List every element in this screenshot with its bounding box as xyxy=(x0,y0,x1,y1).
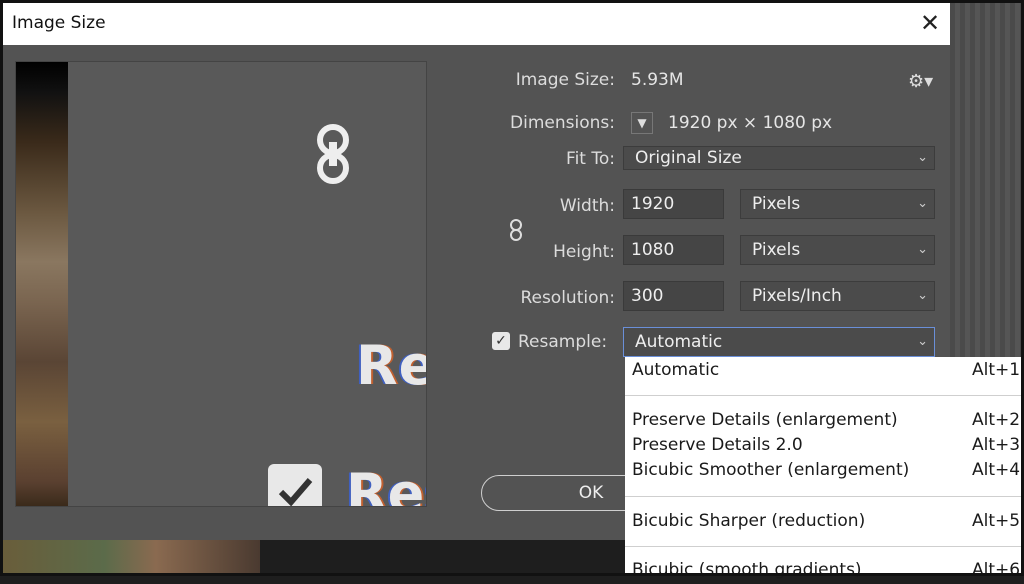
resolution-unit-value: Pixels/Inch xyxy=(752,286,842,306)
width-input[interactable]: 1920 xyxy=(623,189,724,219)
dimensions-label: Dimensions: xyxy=(510,113,615,133)
menu-item-preserve-details-2[interactable]: Preserve Details 2.0 Alt+3 xyxy=(632,435,1020,459)
height-unit-select[interactable]: Pixels ⌄ xyxy=(740,235,935,265)
image-preview[interactable]: Res Res xyxy=(15,61,427,507)
menu-item-shortcut: Alt+6 xyxy=(972,560,1021,580)
resolution-label: Resolution: xyxy=(520,288,615,308)
fit-to-select[interactable]: Original Size ⌄ xyxy=(623,146,935,170)
gear-icon[interactable]: ⚙▾ xyxy=(908,71,933,92)
chevron-down-icon: ⌄ xyxy=(917,242,928,257)
image-size-value: 5.93M xyxy=(631,70,684,90)
menu-divider xyxy=(625,395,1024,396)
menu-item-label: Bicubic Smoother (enlargement) xyxy=(632,460,910,480)
menu-item-automatic[interactable]: Automatic Alt+1 xyxy=(632,360,1020,384)
menu-item-preserve-details[interactable]: Preserve Details (enlargement) Alt+2 xyxy=(632,410,1020,434)
chevron-down-icon[interactable]: ▼ xyxy=(631,112,653,134)
resample-select[interactable]: Automatic ⌄ xyxy=(623,327,935,357)
preview-text-res: Res xyxy=(356,334,426,397)
height-input[interactable]: 1080 xyxy=(623,235,724,265)
width-unit-select[interactable]: Pixels ⌄ xyxy=(740,189,935,219)
menu-item-shortcut: Alt+3 xyxy=(972,435,1021,455)
title-bar: Image Size ✕ xyxy=(3,3,950,45)
menu-item-bicubic-sharper[interactable]: Bicubic Sharper (reduction) Alt+5 xyxy=(632,511,1020,535)
preview-text-res-2: Res xyxy=(346,462,426,507)
background-photo-strip xyxy=(0,540,260,576)
menu-item-label: Bicubic (smooth gradients) xyxy=(632,560,862,580)
fit-to-value: Original Size xyxy=(635,148,742,168)
resolution-input[interactable]: 300 xyxy=(623,281,724,311)
menu-item-shortcut: Alt+4 xyxy=(972,460,1021,480)
resample-label: Resample: xyxy=(518,332,608,352)
menu-item-bicubic-smoother[interactable]: Bicubic Smoother (enlargement) Alt+4 xyxy=(632,460,1020,484)
menu-divider xyxy=(625,496,1024,497)
menu-item-bicubic-smooth[interactable]: Bicubic (smooth gradients) Alt+6 xyxy=(632,560,1020,584)
dialog-title: Image Size xyxy=(12,13,106,33)
width-unit-value: Pixels xyxy=(752,194,801,214)
dimensions-value: 1920 px × 1080 px xyxy=(668,113,833,133)
menu-item-label: Preserve Details (enlargement) xyxy=(632,410,898,430)
menu-divider xyxy=(625,546,1024,547)
chain-link-icon xyxy=(317,124,349,184)
resample-dropdown-menu: Automatic Alt+1 Preserve Details (enlarg… xyxy=(625,357,1024,580)
width-label: Width: xyxy=(559,196,615,216)
chevron-down-icon: ⌄ xyxy=(917,196,928,211)
preview-photo xyxy=(16,62,68,506)
height-unit-value: Pixels xyxy=(752,240,801,260)
chevron-down-icon: ⌄ xyxy=(917,288,928,303)
menu-item-shortcut: Alt+5 xyxy=(972,511,1021,531)
image-size-label: Image Size: xyxy=(515,70,615,90)
height-label: Height: xyxy=(553,242,615,262)
fit-to-label: Fit To: xyxy=(566,149,615,169)
menu-item-label: Automatic xyxy=(632,360,720,380)
resample-checkbox[interactable]: ✓ xyxy=(492,332,510,350)
menu-item-shortcut: Alt+2 xyxy=(972,410,1021,430)
resolution-unit-select[interactable]: Pixels/Inch ⌄ xyxy=(740,281,935,311)
menu-item-label: Bicubic Sharper (reduction) xyxy=(632,511,866,531)
preview-checkbox-icon xyxy=(268,464,322,506)
chevron-down-icon: ⌄ xyxy=(917,150,928,165)
chevron-down-icon: ⌄ xyxy=(917,334,928,349)
menu-item-shortcut: Alt+1 xyxy=(972,360,1021,380)
chain-link-icon[interactable] xyxy=(508,218,524,242)
menu-item-label: Preserve Details 2.0 xyxy=(632,435,803,455)
resample-value: Automatic xyxy=(635,332,723,352)
close-icon[interactable]: ✕ xyxy=(915,7,945,39)
